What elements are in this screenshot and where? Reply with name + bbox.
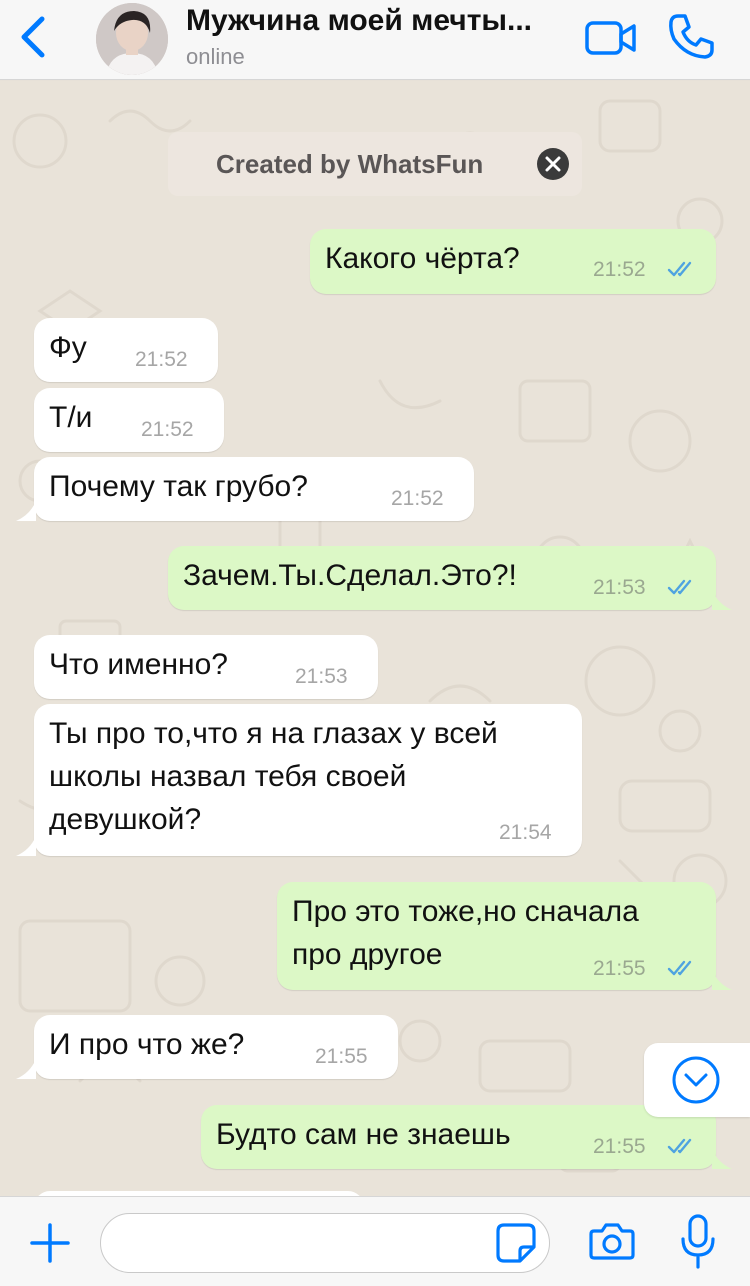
scroll-to-bottom-button[interactable] [644,1043,750,1117]
outgoing-message[interactable]: Зачем.Ты.Сделал.Это?! 21:53 [168,546,716,610]
message-text: Т/и [49,401,93,434]
read-ticks-icon [667,1138,692,1154]
bubble-tail [712,970,732,990]
message-text: Фу [49,331,87,364]
video-camera-icon [585,21,636,55]
message-text: Ты про то,что я на глазах у всей школы н… [49,712,498,841]
video-call-button[interactable] [584,18,638,58]
contact-name[interactable]: Мужчина моей мечты... [186,4,566,38]
bubble-tail [16,1059,36,1079]
incoming-message[interactable]: И про что же? 21:55 [34,1015,398,1079]
bubble-tail [712,1149,732,1169]
chat-screen: Мужчина моей мечты... online Created by … [0,0,750,1286]
message-time: 21:53 [295,665,348,688]
notice-close-button[interactable] [536,147,570,181]
close-circle-icon [537,148,569,180]
avatar-photo [96,3,168,75]
microphone-icon [681,1214,715,1269]
chevron-down-circle-icon [672,1056,720,1104]
incoming-message[interactable]: Почему так грубо? 21:52 [34,457,474,521]
message-line: Про это тоже,но сначала [292,895,639,928]
sticker-button[interactable] [494,1221,538,1265]
message-time: 21:52 [135,348,188,371]
incoming-message[interactable]: Т/и 21:52 [34,388,224,452]
message-time: 21:52 [391,487,444,510]
message-time: 21:53 [593,576,646,599]
message-text: Про это тоже,но сначала про другое [292,890,639,976]
bubble-tail [16,836,36,856]
attach-button[interactable] [28,1221,72,1265]
message-time: 21:52 [141,418,194,441]
camera-button[interactable] [588,1219,636,1263]
input-bar [0,1196,750,1286]
incoming-message[interactable]: Фу 21:52 [34,318,218,382]
microphone-button[interactable] [678,1213,718,1271]
message-time: 21:55 [593,957,646,980]
message-line: девушкой? [49,803,202,836]
chevron-left-icon [21,16,45,58]
plus-icon [30,1223,70,1263]
message-time: 21:52 [593,258,646,281]
message-text: Почему так грубо? [49,470,308,503]
message-line: про другое [292,938,443,971]
phone-icon [669,14,714,59]
incoming-message[interactable]: Что именно? 21:53 [34,635,378,699]
chat-header: Мужчина моей мечты... online [0,0,750,80]
bubble-tail [16,501,36,521]
message-text: Зачем.Ты.Сделал.Это?! [183,559,517,592]
outgoing-message[interactable]: Про это тоже,но сначала про другое 21:55 [277,882,716,990]
message-list[interactable]: Created by WhatsFun Какого чёрта? 21:52 … [0,81,750,1196]
read-ticks-icon [667,960,692,976]
bubble-tail [712,590,732,610]
message-input[interactable] [100,1213,550,1273]
message-time: 21:54 [499,821,552,844]
back-button[interactable] [14,14,54,60]
message-line: Ты про то,что я на глазах у всей [49,717,498,750]
message-text: Что именно? [49,648,228,681]
contact-status: online [186,44,245,69]
outgoing-message[interactable]: Будто сам не знаешь 21:55 [201,1105,716,1169]
created-by-notice: Created by WhatsFun [168,132,582,196]
notice-text: Created by WhatsFun [216,149,484,179]
message-text: И про что же? [49,1028,245,1061]
incoming-message[interactable]: Ты про то,что я на глазах у всей школы н… [34,704,582,856]
outgoing-message[interactable]: Какого чёрта? 21:52 [310,229,716,294]
message-text: Какого чёрта? [325,242,520,275]
voice-call-button[interactable] [666,12,716,62]
message-line: школы назвал тебя своей [49,760,407,793]
message-time: 21:55 [593,1135,646,1158]
camera-icon [589,1223,635,1260]
read-ticks-icon [667,261,692,277]
message-time: 21:55 [315,1045,368,1068]
read-ticks-icon [667,579,692,595]
avatar[interactable] [96,3,168,75]
message-text: Будто сам не знаешь [216,1118,511,1151]
sticker-icon [496,1223,536,1263]
